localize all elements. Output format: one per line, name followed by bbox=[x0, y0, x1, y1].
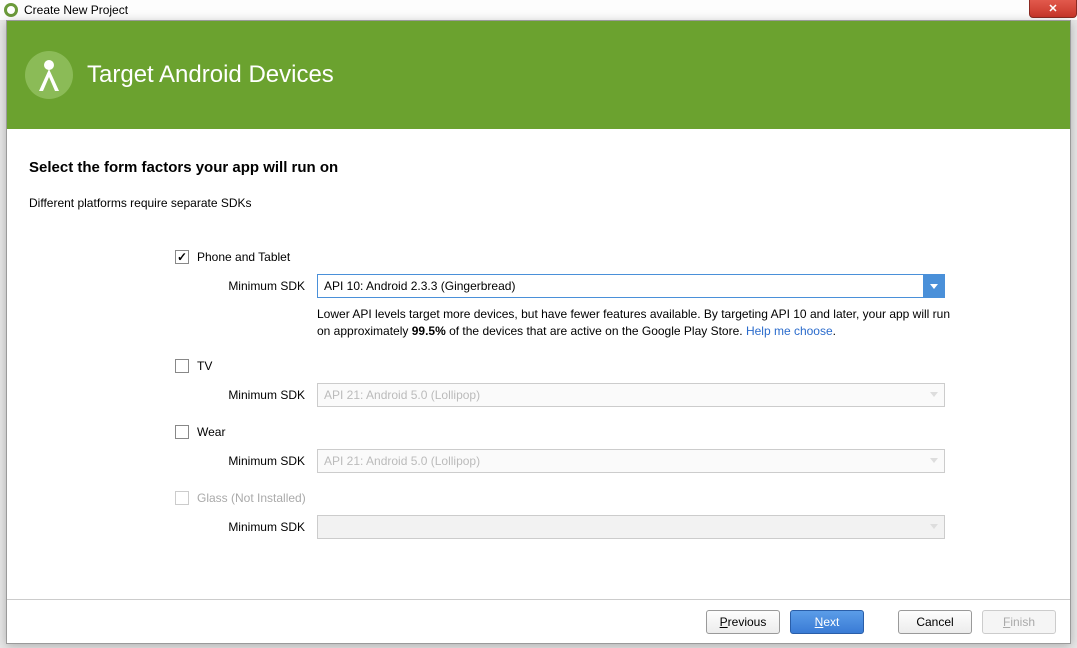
hint-percent: 99.5% bbox=[412, 324, 446, 338]
window-title: Create New Project bbox=[24, 3, 128, 17]
tv-sdk-label: Minimum SDK bbox=[175, 388, 317, 402]
wear-sdk-row: Minimum SDK API 21: Android 5.0 (Lollipo… bbox=[175, 449, 1048, 473]
wear-sdk-value: API 21: Android 5.0 (Lollipop) bbox=[317, 449, 945, 473]
next-button[interactable]: NNextext bbox=[790, 610, 864, 634]
glass-checkbox bbox=[175, 491, 189, 505]
titlebar: Create New Project ✕ bbox=[0, 0, 1077, 20]
phone-tablet-row: Phone and Tablet bbox=[175, 250, 1048, 264]
phone-tablet-checkbox[interactable] bbox=[175, 250, 189, 264]
glass-row: Glass (Not Installed) bbox=[175, 491, 1048, 505]
hint-period: . bbox=[833, 324, 836, 338]
wear-sdk-select: API 21: Android 5.0 (Lollipop) bbox=[317, 449, 945, 473]
android-studio-icon bbox=[25, 51, 73, 99]
phone-tablet-hint: Lower API levels target more devices, bu… bbox=[317, 306, 957, 341]
tv-sdk-value: API 21: Android 5.0 (Lollipop) bbox=[317, 383, 945, 407]
close-icon: ✕ bbox=[1048, 2, 1057, 15]
banner: Target Android Devices bbox=[7, 21, 1070, 129]
wear-row: Wear bbox=[175, 425, 1048, 439]
phone-tablet-label: Phone and Tablet bbox=[197, 250, 290, 264]
dropdown-arrow-icon bbox=[923, 449, 945, 473]
glass-sdk-value bbox=[317, 515, 945, 539]
page-heading: Select the form factors your app will ru… bbox=[29, 159, 1048, 176]
form-area: Phone and Tablet Minimum SDK API 10: And… bbox=[29, 250, 1048, 539]
glass-sdk-select bbox=[317, 515, 945, 539]
cancel-button[interactable]: Cancel bbox=[898, 610, 972, 634]
tv-row: TV bbox=[175, 359, 1048, 373]
previous-button[interactable]: PPreviousrevious bbox=[706, 610, 780, 634]
page-subheading: Different platforms require separate SDK… bbox=[29, 196, 1048, 210]
dropdown-arrow-icon bbox=[923, 515, 945, 539]
glass-sdk-label: Minimum SDK bbox=[175, 520, 317, 534]
phone-tablet-sdk-label: Minimum SDK bbox=[175, 279, 317, 293]
wear-checkbox[interactable] bbox=[175, 425, 189, 439]
finish-button: FFinishinish bbox=[982, 610, 1056, 634]
tv-sdk-row: Minimum SDK API 21: Android 5.0 (Lollipo… bbox=[175, 383, 1048, 407]
footer: PPreviousrevious NNextext Cancel FFinish… bbox=[7, 599, 1070, 643]
content: Select the form factors your app will ru… bbox=[7, 129, 1070, 539]
tv-checkbox[interactable] bbox=[175, 359, 189, 373]
dialog: Target Android Devices Select the form f… bbox=[6, 20, 1071, 644]
close-button[interactable]: ✕ bbox=[1029, 0, 1077, 18]
glass-label: Glass (Not Installed) bbox=[197, 491, 306, 505]
tv-label: TV bbox=[197, 359, 212, 373]
dropdown-arrow-icon bbox=[923, 383, 945, 407]
phone-tablet-sdk-value: API 10: Android 2.3.3 (Gingerbread) bbox=[317, 274, 945, 298]
app-icon bbox=[4, 3, 18, 17]
glass-sdk-row: Minimum SDK bbox=[175, 515, 1048, 539]
wear-sdk-label: Minimum SDK bbox=[175, 454, 317, 468]
wear-label: Wear bbox=[197, 425, 225, 439]
banner-title: Target Android Devices bbox=[87, 61, 334, 89]
phone-tablet-sdk-select[interactable]: API 10: Android 2.3.3 (Gingerbread) bbox=[317, 274, 945, 298]
help-me-choose-link[interactable]: Help me choose bbox=[746, 324, 833, 338]
hint-text-post: of the devices that are active on the Go… bbox=[446, 324, 746, 338]
phone-tablet-sdk-row: Minimum SDK API 10: Android 2.3.3 (Ginge… bbox=[175, 274, 1048, 298]
tv-sdk-select: API 21: Android 5.0 (Lollipop) bbox=[317, 383, 945, 407]
dropdown-arrow-icon bbox=[923, 274, 945, 298]
